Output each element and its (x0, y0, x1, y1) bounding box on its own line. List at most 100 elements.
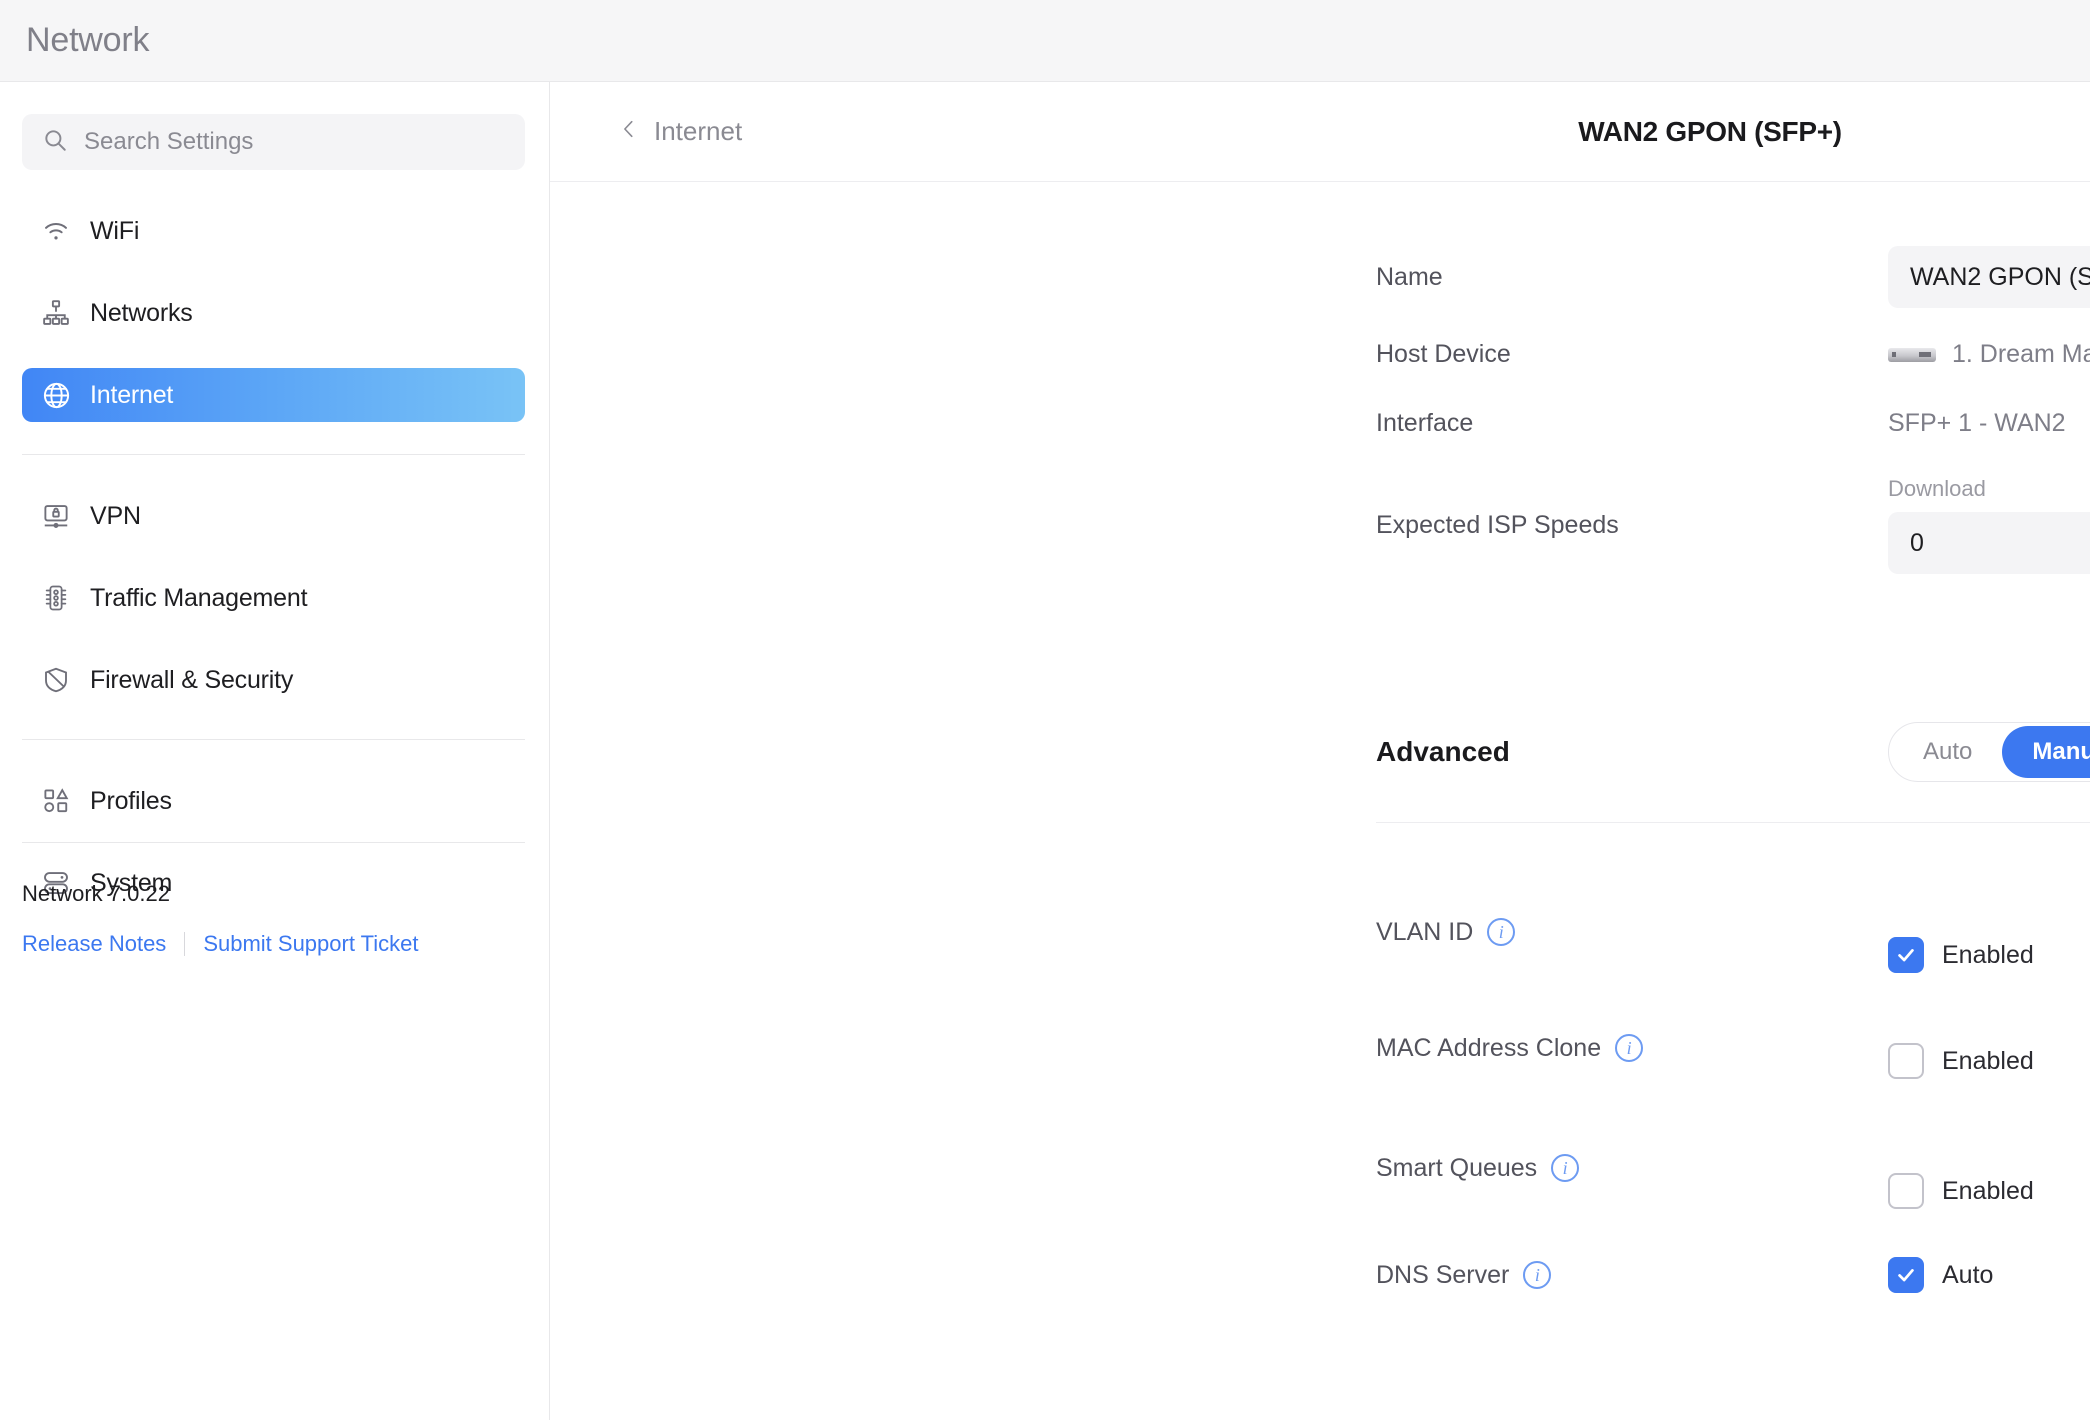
dns-server-label-wrap: DNS Server i (1376, 1261, 1551, 1290)
isp-speeds-control: Download 0 Mbps (1888, 476, 2090, 574)
mac-clone-label-wrap: MAC Address Clone i (1376, 1034, 1643, 1063)
row-interface: Interface SFP+ 1 - WAN2 (550, 409, 2090, 438)
sidebar-divider (22, 454, 525, 455)
smart-queues-label: Smart Queues (1376, 1154, 1537, 1183)
vpn-lock-icon (40, 500, 72, 532)
dns-server-control: Auto (1888, 1257, 2090, 1293)
sidebar-item-vpn[interactable]: VPN (22, 489, 525, 543)
mac-clone-checkbox-wrap[interactable]: Enabled (1888, 1043, 2090, 1079)
advanced-mode-toggle[interactable]: Auto Manual (1888, 722, 2090, 782)
row-dns-server: DNS Server i Auto (550, 1257, 2090, 1293)
sidebar-item-profiles[interactable]: Profiles (22, 774, 525, 828)
release-notes-link[interactable]: Release Notes (22, 931, 166, 957)
sidebar-item-label: WiFi (90, 217, 139, 246)
mac-clone-control: Enabled MAC Address (1888, 1017, 2090, 1079)
sidebar-item-wifi[interactable]: WiFi (22, 204, 525, 258)
isp-speeds-label: Expected ISP Speeds (1376, 511, 1619, 540)
host-device-control: 1. Dream Machine Pro (1888, 340, 2090, 369)
globe-icon (40, 379, 72, 411)
row-isp-speeds: Expected ISP Speeds Download 0 Mbps (550, 476, 2090, 574)
vlan-enabled-checkbox[interactable] (1888, 937, 1924, 973)
app-header: Network (0, 0, 2090, 82)
row-vlan-id: VLAN ID i Enabled ID 7 (550, 883, 2090, 981)
link-divider (184, 932, 185, 956)
host-device-value-wrap: 1. Dream Machine Pro (1888, 340, 2090, 369)
search-icon (42, 127, 68, 158)
dns-auto-checkbox[interactable] (1888, 1257, 1924, 1293)
name-label: Name (1376, 263, 1443, 292)
vlan-enabled-checkbox-wrap[interactable]: Enabled (1888, 937, 2090, 981)
host-device-label: Host Device (1376, 340, 1511, 369)
download-field-group: Download 0 Mbps (1888, 476, 2090, 574)
vlan-id-label-wrap: VLAN ID i (1376, 918, 1515, 947)
search-input[interactable]: Search Settings (22, 114, 525, 170)
footer-links: Release Notes Submit Support Ticket (22, 931, 525, 957)
name-input[interactable]: WAN2 GPON (SFP+) (1888, 246, 2090, 308)
sidebar-footer: Network 7.0.22 Release Notes Submit Supp… (22, 842, 525, 957)
sidebar-item-networks[interactable]: Networks (22, 286, 525, 340)
networks-icon (40, 297, 72, 329)
advanced-divider (1376, 822, 2090, 823)
sidebar-item-internet[interactable]: Internet (22, 368, 525, 422)
interface-control: SFP+ 1 - WAN2 (1888, 409, 2066, 438)
smart-queues-checkbox[interactable] (1888, 1173, 1924, 1209)
shapes-icon (40, 785, 72, 817)
mac-clone-info-icon[interactable]: i (1615, 1034, 1643, 1062)
wifi-icon (40, 215, 72, 247)
sidebar-item-firewall-security[interactable]: Firewall & Security (22, 653, 525, 707)
vlan-id-info-icon[interactable]: i (1487, 918, 1515, 946)
smart-queues-label-wrap: Smart Queues i (1376, 1154, 1579, 1183)
advanced-title: Advanced (1376, 736, 1510, 768)
mac-clone-label-text: Enabled (1942, 1047, 2034, 1076)
smart-queues-checkbox-wrap[interactable]: Enabled (1888, 1173, 2090, 1217)
shield-icon (40, 664, 72, 696)
dns-auto-label: Auto (1942, 1261, 1993, 1290)
chevron-left-icon (618, 115, 640, 148)
breadcrumb-label: Internet (654, 116, 742, 147)
smart-queues-control: Enabled Downrate Mbps (1888, 1119, 2090, 1217)
interface-label: Interface (1376, 409, 1473, 438)
advanced-section-header: Advanced Auto Manual (550, 722, 2090, 782)
sidebar-item-label: Firewall & Security (90, 666, 293, 695)
mac-clone-checkbox[interactable] (1888, 1043, 1924, 1079)
row-host-device: Host Device 1. Dream Machine Pro (550, 340, 2090, 369)
dns-server-info-icon[interactable]: i (1523, 1261, 1551, 1289)
wan-settings-form: Name WAN2 GPON (SFP+) Host Device 1. Dre… (550, 246, 2090, 1293)
sidebar-item-label: Traffic Management (90, 584, 307, 613)
sidebar-group-security: VPN Traffic Management (0, 489, 549, 707)
vlan-id-label: VLAN ID (1376, 918, 1473, 947)
main-content: Internet WAN2 GPON (SFP+) Name WAN2 GPON… (550, 82, 2090, 1420)
search-placeholder: Search Settings (84, 128, 253, 156)
vlan-enabled-label: Enabled (1942, 941, 2034, 970)
sidebar-divider (22, 739, 525, 740)
sidebar-item-label: VPN (90, 502, 141, 531)
body-wrapper: Search Settings WiFi (0, 82, 2090, 1420)
submit-support-ticket-link[interactable]: Submit Support Ticket (203, 931, 418, 957)
traffic-light-icon (40, 582, 72, 614)
page-title: Network (26, 21, 149, 60)
name-control: WAN2 GPON (SFP+) (1888, 246, 2090, 308)
detail-page-title: WAN2 GPON (SFP+) (550, 116, 2090, 148)
row-name: Name WAN2 GPON (SFP+) (550, 246, 2090, 308)
version-label: Network 7.0.22 (22, 881, 525, 907)
device-thumb-icon (1888, 348, 1936, 362)
download-value: 0 (1910, 529, 1924, 558)
smart-queues-info-icon[interactable]: i (1551, 1154, 1579, 1182)
mac-clone-label: MAC Address Clone (1376, 1034, 1601, 1063)
sidebar-item-traffic-management[interactable]: Traffic Management (22, 571, 525, 625)
sidebar-item-label: Profiles (90, 787, 172, 816)
row-mac-address-clone: MAC Address Clone i Enabled MAC Address (550, 1017, 2090, 1079)
main-header: Internet WAN2 GPON (SFP+) (550, 82, 2090, 182)
sidebar-item-label: Internet (90, 381, 173, 410)
sidebar: Search Settings WiFi (0, 82, 550, 1420)
advanced-mode-auto[interactable]: Auto (1893, 726, 2002, 778)
interface-value: SFP+ 1 - WAN2 (1888, 409, 2066, 438)
download-speed-input[interactable]: 0 Mbps (1888, 512, 2090, 574)
sidebar-item-label: Networks (90, 299, 193, 328)
host-device-value: 1. Dream Machine Pro (1952, 340, 2090, 369)
breadcrumb-back-internet[interactable]: Internet (618, 115, 742, 148)
advanced-mode-manual[interactable]: Manual (2002, 726, 2090, 778)
dns-server-label: DNS Server (1376, 1261, 1509, 1290)
vlan-id-control: Enabled ID 7 (1888, 883, 2090, 981)
dns-auto-checkbox-wrap[interactable]: Auto (1888, 1257, 2090, 1293)
